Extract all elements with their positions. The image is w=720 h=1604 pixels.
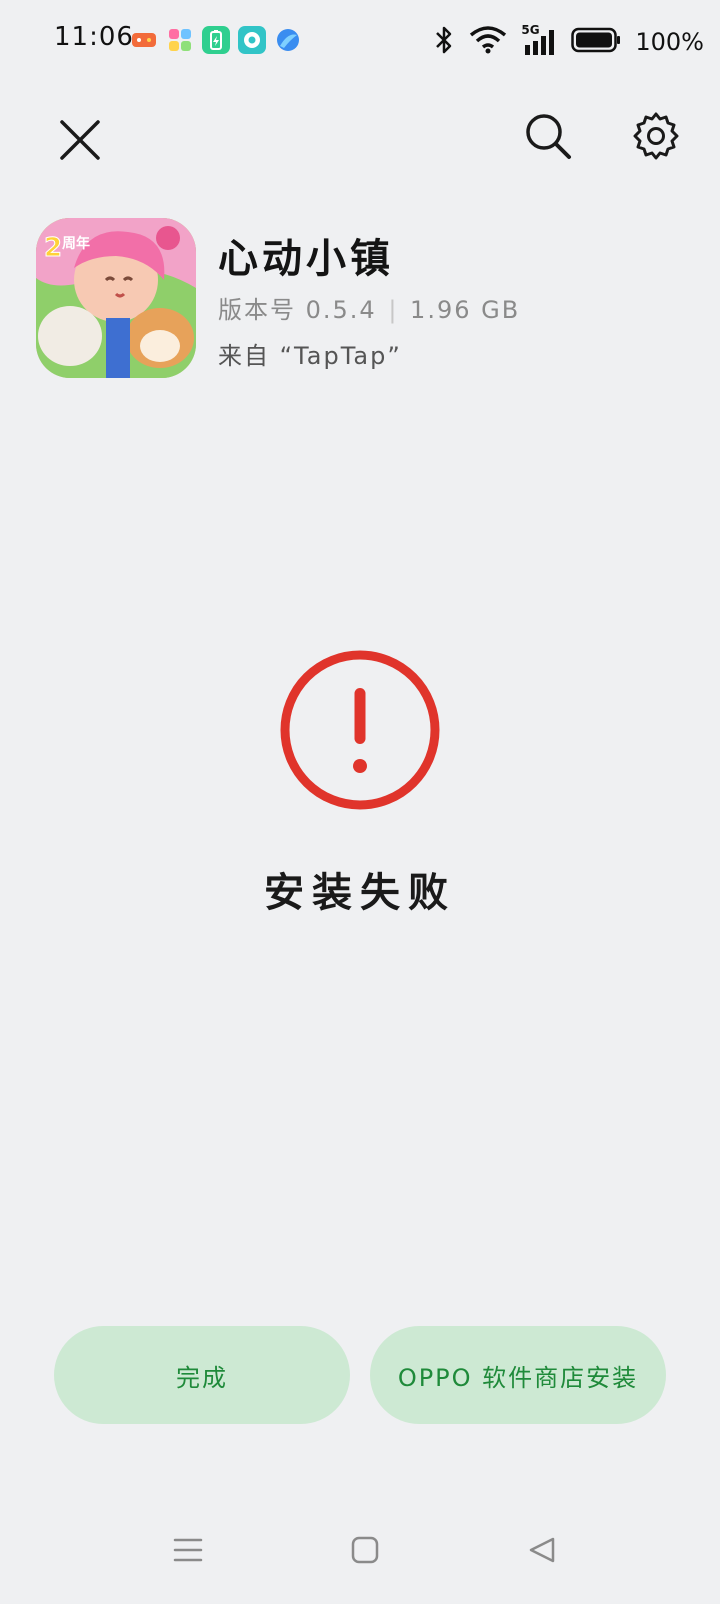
close-button[interactable] [48, 110, 112, 174]
status-time: 11:06 [54, 22, 134, 52]
battery-percentage: 100% [635, 28, 704, 56]
install-status-text: 安装失败 [264, 870, 456, 916]
search-button[interactable] [516, 106, 580, 170]
menu-icon [172, 1535, 204, 1569]
app-info: 2 周年 心动小镇 版本号 0.5.4 | 1.96 GB 来自 “TapTap… [36, 218, 696, 380]
oppo-store-install-button[interactable]: OPPO 软件商店安装 [370, 1326, 666, 1424]
close-icon [58, 118, 102, 166]
settings-button[interactable] [624, 106, 688, 170]
warning-icon [278, 648, 442, 812]
screen-record-icon [238, 26, 266, 54]
app-size: 1.96 GB [410, 296, 521, 324]
top-toolbar [0, 100, 720, 184]
done-button[interactable]: 完成 [54, 1326, 350, 1424]
signal-icon: 5G [521, 23, 557, 57]
battery-saver-icon [202, 26, 230, 54]
settings-icon [631, 111, 681, 165]
action-buttons: 完成 OPPO 软件商店安装 [54, 1326, 666, 1424]
back-button[interactable] [520, 1530, 564, 1574]
status-indicators: 5G 100% [433, 22, 704, 62]
back-icon [527, 1535, 557, 1569]
bluetooth-icon [433, 25, 455, 59]
meta-divider: | [378, 296, 409, 324]
recent-apps-button[interactable] [166, 1530, 210, 1574]
browser-icon [274, 26, 302, 54]
puzzle-app-icon [166, 26, 194, 54]
status-bar: 11:06 5G 100% [0, 0, 720, 84]
battery-icon [571, 27, 621, 57]
app-version: 版本号 0.5.4 [218, 296, 377, 324]
game-app-icon [130, 26, 158, 54]
svg-text:2: 2 [44, 233, 62, 263]
home-button[interactable] [343, 1530, 387, 1574]
app-source: 来自 “TapTap” [218, 342, 402, 370]
wifi-icon [469, 25, 507, 59]
app-name: 心动小镇 [218, 236, 394, 282]
app-version-size: 版本号 0.5.4 | 1.96 GB [218, 290, 520, 325]
svg-text:周年: 周年 [62, 235, 90, 252]
search-icon [523, 111, 573, 165]
navigation-bar [0, 1500, 720, 1604]
home-icon [350, 1535, 380, 1569]
app-icon: 2 周年 [36, 218, 196, 378]
